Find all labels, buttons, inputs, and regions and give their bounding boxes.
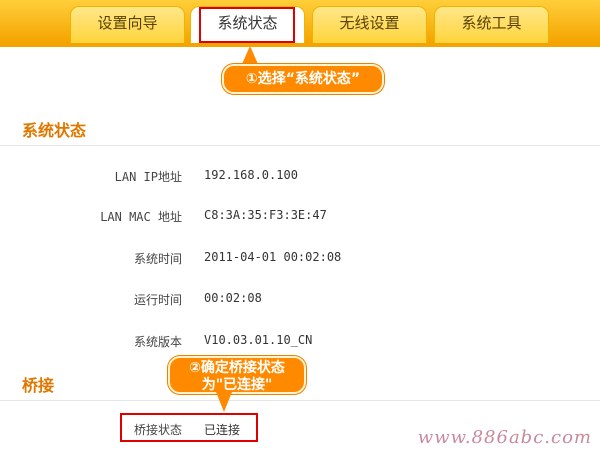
callout-bridge-line1: ②确定桥接状态 bbox=[189, 360, 285, 376]
label-bridge-status: 桥接状态 bbox=[133, 423, 182, 437]
site-watermark: www.886abc.com bbox=[417, 427, 592, 448]
section-divider bbox=[0, 400, 600, 401]
tab-highlight-box bbox=[199, 7, 295, 43]
value-firmware-version: V10.03.01.10_CN bbox=[204, 333, 313, 347]
label-firmware-version: 系统版本 bbox=[133, 335, 182, 349]
value-bridge-status: 已连接 bbox=[204, 423, 241, 437]
label-system-time: 系统时间 bbox=[133, 252, 182, 266]
tab-wireless-settings[interactable]: 无线设置 bbox=[312, 6, 427, 43]
callout-arrow-down bbox=[216, 392, 232, 412]
top-tab-bar: 设置向导 系统状态 无线设置 系统工具 bbox=[0, 0, 600, 43]
label-lan-ip: LAN IP地址 bbox=[114, 170, 182, 184]
value-lan-mac: C8:3A:35:F3:3E:47 bbox=[204, 208, 327, 222]
section-title-bridge: 桥接 bbox=[22, 376, 55, 395]
value-uptime: 00:02:08 bbox=[204, 291, 262, 305]
tab-system-tools[interactable]: 系统工具 bbox=[434, 6, 549, 43]
callout-arrow-up bbox=[242, 46, 258, 64]
label-uptime: 运行时间 bbox=[133, 293, 182, 307]
callout-bridge-status: ②确定桥接状态 为"已连接" bbox=[168, 356, 306, 394]
value-lan-ip: 192.168.0.100 bbox=[204, 168, 298, 182]
section-divider bbox=[0, 145, 600, 146]
callout-select-status: ①选择“系统状态” bbox=[222, 64, 384, 94]
section-title-status: 系统状态 bbox=[22, 121, 87, 140]
callout-bridge-line2: 为"已连接" bbox=[201, 377, 273, 393]
value-system-time: 2011-04-01 00:02:08 bbox=[204, 250, 342, 264]
tab-bar-underline bbox=[0, 43, 600, 47]
label-lan-mac: LAN MAC 地址 bbox=[100, 210, 182, 224]
tab-setup-wizard[interactable]: 设置向导 bbox=[70, 6, 185, 43]
